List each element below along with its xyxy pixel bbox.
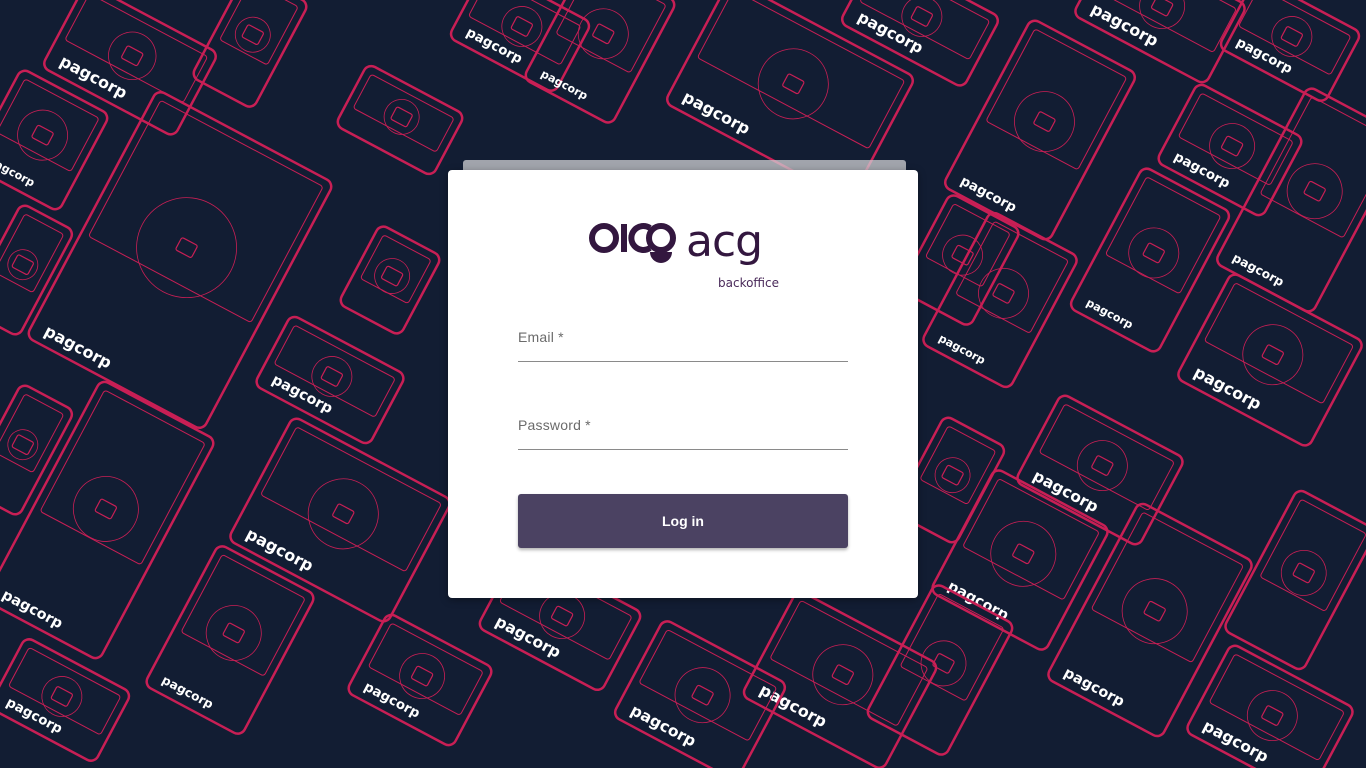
terminal-outline <box>336 64 464 176</box>
logo-wordmark: acg <box>686 216 763 267</box>
email-field[interactable]: Email * <box>518 322 848 362</box>
terminal-outline: pagcorp <box>0 638 131 762</box>
pattern-brand-text: pagcorp <box>160 673 216 712</box>
terminal-outline: pagcorp <box>1216 87 1366 313</box>
terminal-outline: pagcorp <box>449 0 591 92</box>
terminal-outline: pagcorp <box>524 0 676 124</box>
terminal-outline: pagcorp <box>1047 502 1253 738</box>
login-card: acg backoffice Email * Password * Log in <box>448 170 918 598</box>
terminal-outline: pagcorp <box>1219 0 1361 102</box>
terminal-outline: pagcorp <box>840 0 1000 87</box>
terminal-outline: pagcorp <box>255 315 405 445</box>
pattern-brand-text: pagcorp <box>1230 251 1286 290</box>
terminal-outline: pagcorp <box>922 211 1078 389</box>
terminal-outline <box>339 225 441 335</box>
acg-logo-mark-icon <box>589 223 676 263</box>
terminal-outline: pagcorp <box>943 19 1137 241</box>
password-input[interactable] <box>518 410 848 449</box>
terminal-outline: pagcorp <box>1177 273 1363 447</box>
terminal-outline: pagcorp <box>1069 167 1231 353</box>
password-field[interactable]: Password * <box>518 410 848 450</box>
pattern-brand-text: pagcorp <box>1084 296 1135 331</box>
terminal-outline: pagcorp <box>1157 83 1303 217</box>
terminal-outline: pagcorp <box>347 613 493 747</box>
terminal-outline: pagcorp <box>0 69 109 211</box>
logo-subtitle: backoffice <box>718 276 780 290</box>
acg-logo: acg backoffice <box>588 216 780 292</box>
terminal-outline: pagcorp <box>1186 644 1354 768</box>
login-button[interactable]: Log in <box>518 494 848 548</box>
email-input[interactable] <box>518 322 848 361</box>
terminal-outline <box>192 0 308 108</box>
pattern-brand-text: pagcorp <box>936 332 987 367</box>
terminal-outline: pagcorp <box>742 591 938 768</box>
terminal-outline: pagcorp <box>229 417 451 623</box>
